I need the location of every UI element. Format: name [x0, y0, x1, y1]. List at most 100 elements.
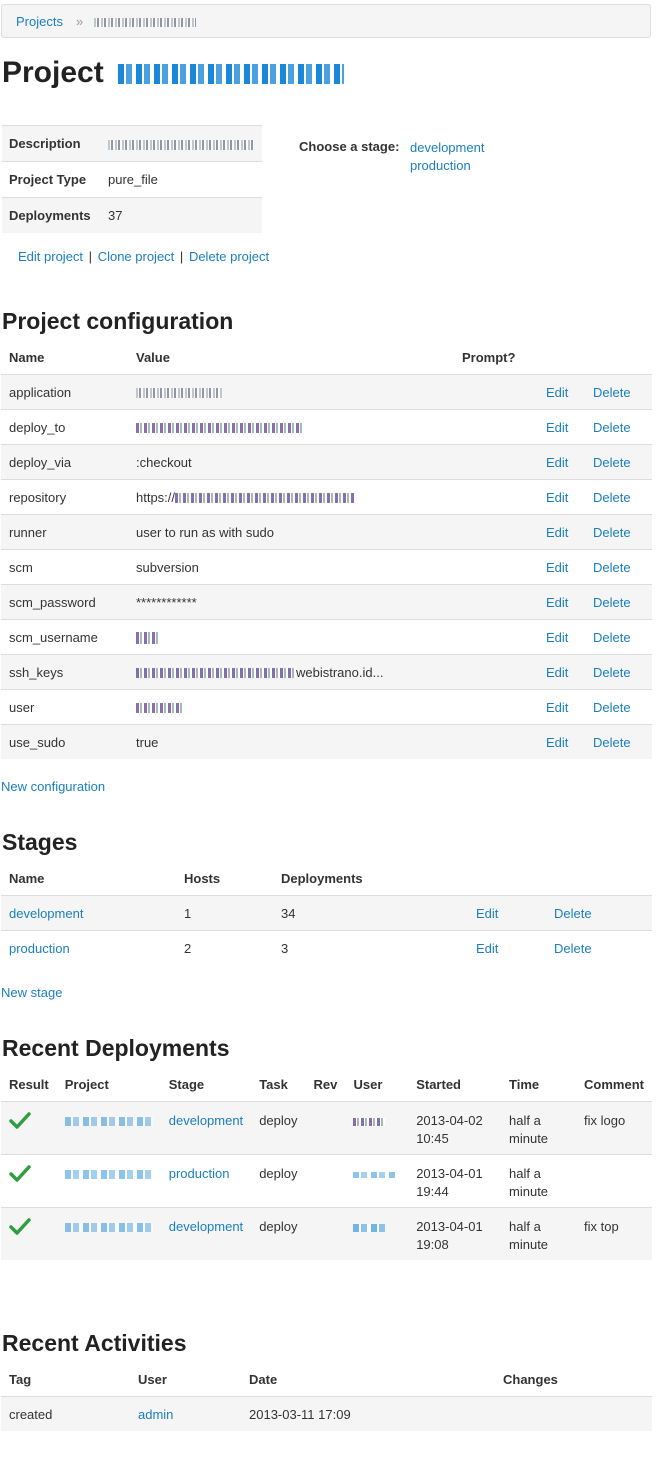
stage-name-link[interactable]: production [9, 941, 70, 956]
page-title: Project [2, 56, 345, 90]
config-delete-link[interactable]: Delete [593, 455, 631, 470]
config-delete-link[interactable]: Delete [593, 385, 631, 400]
deployment-task: deploy [251, 1207, 306, 1260]
config-value: subversion [128, 549, 454, 585]
stage-edit-link[interactable]: Edit [476, 941, 498, 956]
config-value: :checkout [128, 444, 454, 480]
config-delete-link[interactable]: Delete [593, 525, 631, 540]
info-row: Description [2, 125, 262, 162]
deployment-stage-link[interactable]: production [169, 1166, 230, 1181]
deployment-stage-link[interactable]: development [169, 1113, 243, 1128]
config-value [128, 689, 454, 725]
deployment-task: deploy [251, 1154, 306, 1208]
new-stage-link[interactable]: New stage [1, 985, 62, 1000]
config-name: repository [1, 479, 128, 515]
config-edit-link[interactable]: Edit [546, 420, 568, 435]
config-edit-link[interactable]: Edit [546, 630, 568, 645]
deployment-row: production deploy 2013-04-01 19:44 half a… [1, 1154, 652, 1208]
stage-hosts: 2 [176, 930, 273, 965]
config-prompt [454, 619, 538, 655]
activity-changes [495, 1396, 652, 1431]
edit-project-link[interactable]: Edit project [18, 249, 83, 264]
col-delete [546, 861, 652, 896]
deployment-project[interactable] [56, 1101, 161, 1155]
col-stage-name: Name [9, 870, 45, 886]
config-row: deploy_via :checkout Edit Delete [1, 444, 652, 480]
deployment-rev [305, 1207, 346, 1260]
config-value [128, 374, 454, 410]
col-edit [468, 861, 546, 896]
config-edit-link[interactable]: Edit [546, 525, 568, 540]
success-check-icon [9, 1165, 31, 1182]
config-name: use_sudo [1, 724, 128, 759]
config-edit-link[interactable]: Edit [546, 665, 568, 680]
breadcrumb-projects-link[interactable]: Projects [16, 14, 63, 29]
config-value: https:// [128, 479, 454, 515]
deployment-row: development deploy 2013-04-01 19:08 half … [1, 1207, 652, 1260]
deployment-user [345, 1101, 409, 1155]
delete-project-link[interactable]: Delete project [189, 249, 269, 264]
deployment-user [345, 1154, 409, 1208]
config-name: runner [1, 514, 128, 550]
info-label: Deployments [2, 197, 101, 233]
config-delete-link[interactable]: Delete [593, 630, 631, 645]
stage-name-link[interactable]: development [9, 906, 83, 921]
config-edit-link[interactable]: Edit [546, 455, 568, 470]
stage-link-development[interactable]: development [410, 139, 484, 157]
config-delete-link[interactable]: Delete [593, 735, 631, 750]
deployment-result [1, 1154, 57, 1208]
config-prompt [454, 444, 538, 480]
config-delete-link[interactable]: Delete [593, 665, 631, 680]
activities-header-row: Tag User Date Changes [1, 1362, 652, 1397]
config-name: user [1, 689, 128, 725]
deployment-result [1, 1207, 57, 1260]
clone-project-link[interactable]: Clone project [98, 249, 175, 264]
config-edit-link[interactable]: Edit [546, 560, 568, 575]
activity-user-link[interactable]: admin [138, 1407, 173, 1422]
col-changes: Changes [503, 1371, 558, 1387]
deployment-comment [576, 1154, 652, 1208]
deployment-project[interactable] [56, 1207, 161, 1260]
configuration-table: Name Value Prompt? application Edit Dele… [1, 340, 652, 759]
config-edit-link[interactable]: Edit [546, 595, 568, 610]
config-name: deploy_via [1, 444, 128, 480]
configuration-header-row: Name Value Prompt? [1, 340, 652, 375]
activities-heading: Recent Activities [2, 1330, 187, 1356]
stage-delete-link[interactable]: Delete [554, 906, 592, 921]
config-delete-link[interactable]: Delete [593, 560, 631, 575]
stage-hosts: 1 [176, 895, 273, 931]
col-task: Task [259, 1076, 288, 1092]
config-edit-link[interactable]: Edit [546, 735, 568, 750]
config-prompt [454, 689, 538, 725]
deployment-stage-link[interactable]: development [169, 1219, 243, 1234]
info-value: 37 [101, 197, 262, 233]
config-prompt [454, 514, 538, 550]
col-started: Started [416, 1076, 461, 1092]
page-title-project-name [118, 64, 345, 85]
config-delete-link[interactable]: Delete [593, 700, 631, 715]
col-time: Time [509, 1076, 540, 1092]
config-prompt [454, 654, 538, 690]
config-delete-link[interactable]: Delete [593, 420, 631, 435]
config-value: user to run as with sudo [128, 514, 454, 550]
config-name: scm_password [1, 584, 128, 620]
config-edit-link[interactable]: Edit [546, 700, 568, 715]
config-row: application Edit Delete [1, 374, 652, 410]
config-delete-link[interactable]: Delete [593, 490, 631, 505]
deployment-project[interactable] [56, 1154, 161, 1208]
config-name: application [1, 374, 128, 410]
config-edit-link[interactable]: Edit [546, 490, 568, 505]
stage-edit-link[interactable]: Edit [476, 906, 498, 921]
col-deployments: Deployments [281, 870, 363, 886]
col-activity-user: User [138, 1371, 167, 1387]
config-value: webistrano.id... [128, 654, 454, 690]
config-edit-link[interactable]: Edit [546, 385, 568, 400]
new-configuration-link[interactable]: New configuration [1, 779, 105, 794]
deployments-table: Result Project Stage Task Rev User Start… [1, 1067, 652, 1260]
stage-delete-link[interactable]: Delete [554, 941, 592, 956]
project-actions: Edit project | Clone project | Delete pr… [18, 249, 269, 264]
stage-link-production[interactable]: production [410, 157, 484, 175]
config-delete-link[interactable]: Delete [593, 595, 631, 610]
col-user: User [353, 1076, 383, 1092]
stage-deployments: 3 [273, 930, 468, 965]
